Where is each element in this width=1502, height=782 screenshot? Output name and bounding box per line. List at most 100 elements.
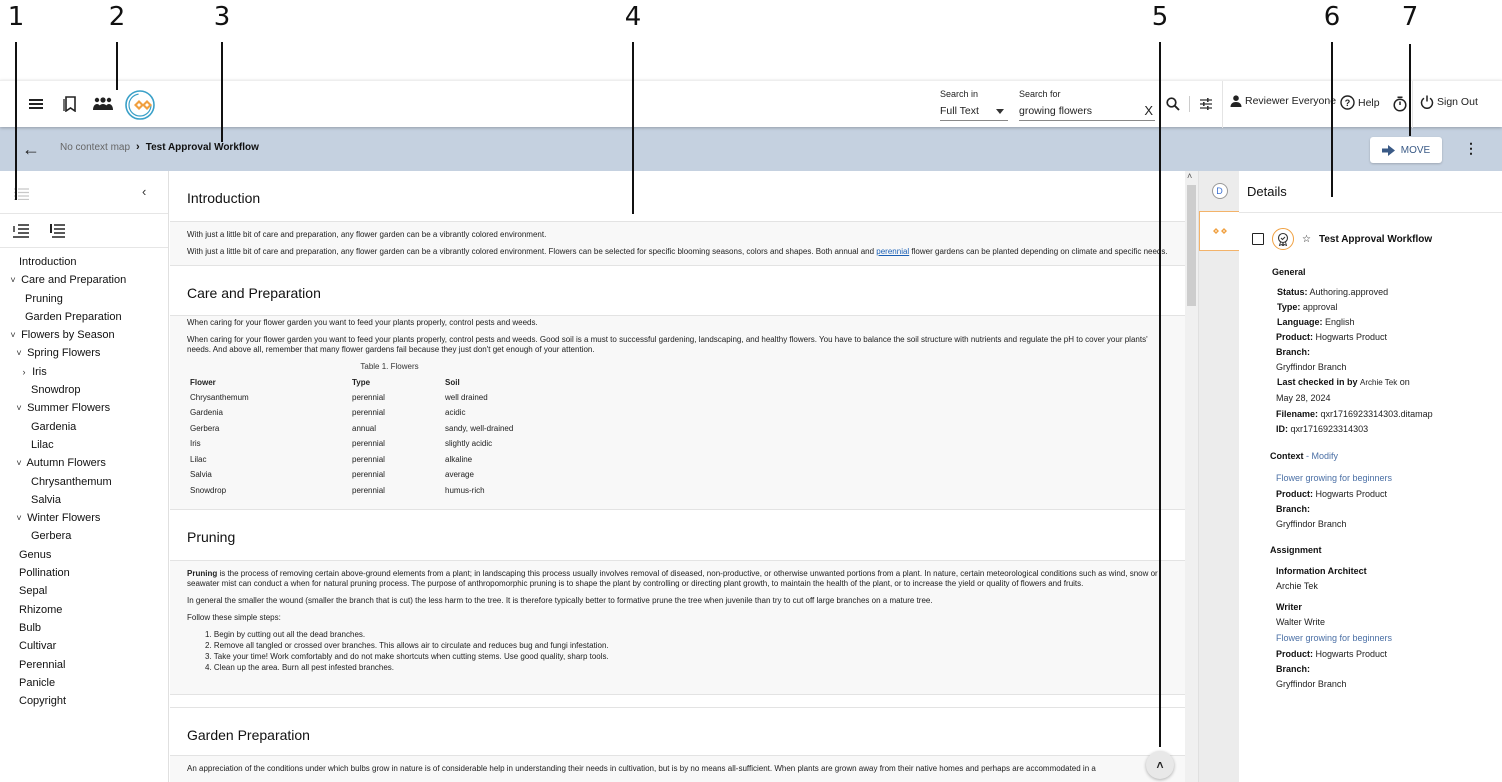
toc-item[interactable]: ˅ Summer Flowers [0,399,168,417]
hamburger-menu-icon[interactable] [25,93,47,115]
help-button[interactable]: ? Help [1340,95,1380,110]
intro-shortdesc: With just a little bit of care and prepa… [187,230,547,239]
toc-item[interactable]: Copyright [0,692,168,710]
toc-item[interactable]: Cultivar [0,637,168,655]
dropdown-caret-icon[interactable] [996,109,1004,114]
scrollbar-thumb[interactable] [1187,185,1196,306]
toc-item[interactable]: Garden Preparation [0,308,168,326]
chevron-down-icon[interactable]: ˅ [8,271,18,289]
toc-item[interactable]: Genus [0,546,168,564]
app-logo-icon[interactable] [125,88,159,122]
context-heading: Context - Modify [1270,451,1339,461]
toc-item[interactable]: Pollination [0,564,168,582]
spacer [170,695,1185,708]
search-for-label: Search for [1019,89,1061,99]
last-checked-field: Last checked in by Archie Tek on [1277,377,1410,387]
people-icon[interactable] [92,93,114,115]
select-checkbox[interactable] [1252,233,1264,245]
care-shortdesc: When caring for your flower garden you w… [187,318,538,327]
favorite-star-icon[interactable]: ☆ [1302,234,1311,245]
user-name: Reviewer Everyone [1245,95,1337,107]
toc-item[interactable]: Chrysanthemum [0,473,168,491]
callout-line-3 [221,42,223,142]
callout-line-2 [116,42,118,90]
toc-item-label: Copyright [19,695,67,708]
context-map-link[interactable]: Flower growing for beginners [1276,473,1392,483]
section-body-care: When caring for your flower garden you w… [170,316,1185,510]
toc-item[interactable]: Lilac [0,436,168,454]
toc-item-label: Salvia [31,493,61,506]
search-in-label: Search in [940,89,979,99]
toc-item[interactable]: ˅ Care and Preparation [0,271,168,289]
scroll-up-icon[interactable]: ˄ [1187,171,1192,181]
details-tab[interactable]: D [1199,171,1240,211]
content-scrollbar[interactable]: ˄ [1185,171,1198,782]
back-arrow-icon[interactable]: ← [22,139,40,160]
expand-all-icon[interactable] [13,224,29,243]
breadcrumb-parent[interactable]: No context map [60,142,130,153]
toc-item-label: Bulb [19,621,42,634]
table-caption: Table 1. Flowers [360,362,419,371]
chevron-down-icon[interactable]: ˅ [8,326,18,344]
details-title: Details [1239,171,1502,213]
help-icon: ? [1340,95,1355,110]
toc-item[interactable]: Introduction [0,253,168,271]
search-icon[interactable] [1162,93,1184,115]
toc-item[interactable]: ˅ Autumn Flowers [0,454,168,472]
chevron-down-icon[interactable]: ˅ [14,344,24,362]
user-menu[interactable]: Reviewer Everyone [1230,95,1336,107]
toc-item-label: Autumn Flowers [26,457,106,470]
search-for-value[interactable]: growing flowers [1019,105,1092,117]
toc-item[interactable]: Pruning [0,290,168,308]
toc-item[interactable]: Perennial [0,656,168,674]
language-field: Language: English [1277,317,1355,327]
pruning-steps-intro: Follow these simple steps: [187,612,281,622]
toc-item[interactable]: Gerbera [0,527,168,545]
toc-item[interactable]: Salvia [0,491,168,509]
writer-map-link[interactable]: Flower growing for beginners [1276,633,1392,643]
toc-item[interactable]: › Iris [0,363,168,381]
move-button[interactable]: MOVE [1370,137,1442,163]
toc-item[interactable]: Panicle [0,674,168,692]
svg-text:?: ? [1345,98,1351,108]
chevron-down-icon[interactable]: ˅ [14,509,24,527]
breadcrumb-bar: ← No context map › Test Approval Workflo… [0,127,1502,171]
toc-item-label: Garden Preparation [25,310,122,323]
filter-settings-icon[interactable] [1195,93,1217,115]
toc-item-label: Rhizome [19,603,63,616]
workflow-badge-icon [1272,228,1294,250]
toc-item[interactable]: Bulb [0,619,168,637]
toc-item[interactable]: Sepal [0,582,168,600]
table-cell: Iris [190,439,201,449]
table-row: Gerbera annual sandy, well-drained [187,421,592,437]
chevron-down-icon[interactable]: ˅ [14,454,24,472]
toc-item[interactable]: ˅ Flowers by Season [0,326,168,344]
timer-icon[interactable] [1389,93,1411,115]
item-name: Test Approval Workflow [1318,233,1433,245]
toc-sidebar: ‹ Introduction ˅ Care and Preparation Prun… [0,171,169,782]
toc-item-label: Snowdrop [31,384,81,397]
toc-item[interactable]: ˅ Winter Flowers [0,509,168,527]
chevron-right-icon[interactable]: › [19,363,29,381]
collapse-all-icon[interactable] [49,224,65,243]
toc-item[interactable]: Rhizome [0,601,168,619]
map-tab[interactable] [1199,211,1240,251]
toc-item[interactable]: Gardenia [0,418,168,436]
toc-item[interactable]: Snowdrop [0,381,168,399]
sign-out-label: Sign Out [1437,96,1478,108]
table-cell: sandy, well-drained [445,423,514,433]
sign-out-button[interactable]: Sign Out [1420,95,1478,109]
modify-context-link[interactable]: - Modify [1306,451,1338,461]
clear-search-icon[interactable]: X [1144,103,1153,118]
bookmark-icon[interactable] [59,93,81,115]
callout-5: 5 [1151,2,1169,32]
search-for-input[interactable]: Search for growing flowers X [1019,89,1155,121]
collapse-sidebar-icon[interactable]: ‹ [142,184,146,199]
more-options-icon[interactable]: ⋮ [1464,141,1478,155]
search-in-select[interactable]: Search in Full Text [940,89,1008,121]
scroll-to-top-button[interactable]: ˄ [1146,751,1174,779]
pruning-paragraph-2: In general the smaller the wound (smalle… [187,595,933,605]
perennial-link[interactable]: perennial [876,247,909,256]
chevron-down-icon[interactable]: ˅ [14,399,24,417]
toc-item[interactable]: ˅ Spring Flowers [0,344,168,362]
